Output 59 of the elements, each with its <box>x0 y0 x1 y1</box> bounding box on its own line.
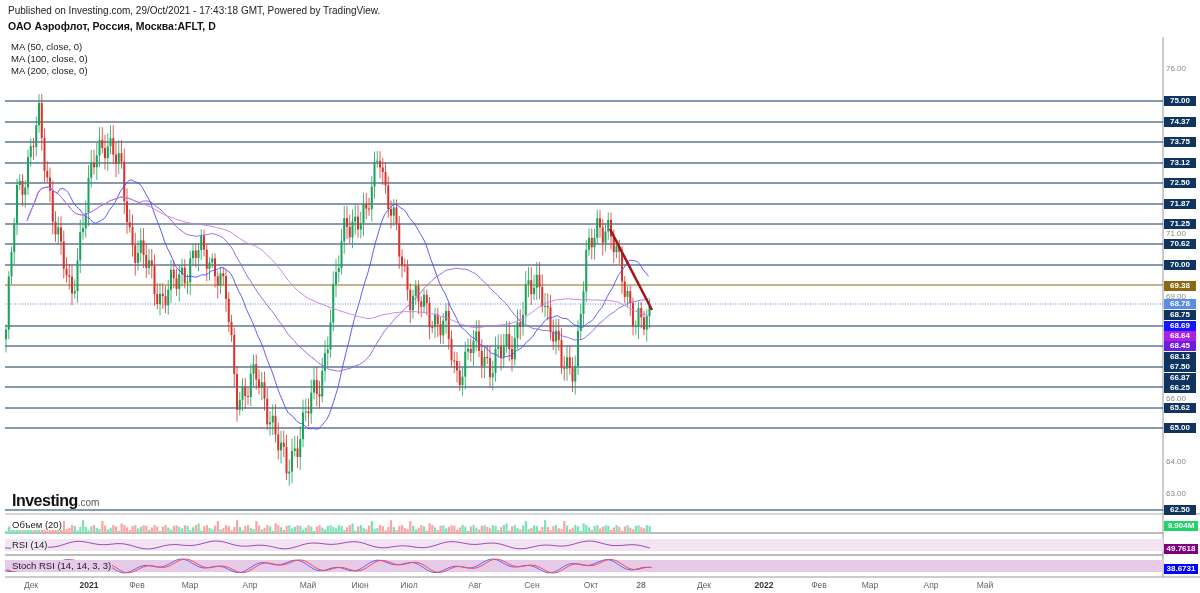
time-label: Авг <box>467 580 483 590</box>
price-label: 65.00 <box>1164 423 1196 433</box>
price-label: 73.75 <box>1164 137 1196 147</box>
price-label: 67.50 <box>1164 362 1196 372</box>
time-label: Май <box>298 580 318 590</box>
price-label: 65.62 <box>1164 403 1196 413</box>
price-label: 68.69 <box>1164 321 1196 331</box>
time-label: Фев <box>128 580 146 590</box>
price-label: 68.45 <box>1164 341 1196 351</box>
logo-suffix: .com <box>77 497 100 508</box>
price-tick: 63.00 <box>1166 488 1187 498</box>
price-label: 66.87 <box>1164 373 1196 383</box>
time-label: Мар <box>180 580 200 590</box>
price-label: 74.37 <box>1164 117 1196 127</box>
price-label: 68.13 <box>1164 352 1196 362</box>
price-label: 71.25 <box>1164 219 1196 229</box>
publish-note: Published on Investing.com, 29/Oct/2021 - 17:43:18 GMT, Powered by TradingView. <box>8 5 382 17</box>
indicator-legend: MA (200, close, 0) <box>11 65 88 77</box>
time-label: Мар <box>860 580 880 590</box>
time-label: Май <box>975 580 995 590</box>
pane-label: RSI (14) <box>11 539 49 550</box>
price-label: 72.50 <box>1164 178 1196 188</box>
pane-label: Stoch RSI (14, 14, 3, 3) <box>11 560 113 571</box>
logo-wordmark: Investing <box>12 492 78 510</box>
price-label: 73.12 <box>1164 158 1196 168</box>
indicator-legend: MA (50, close, 0) <box>11 41 88 53</box>
chart-title: ОАО Аэрофлот, Россия, Москва:AFLT, D <box>8 20 217 32</box>
pane-label: Объем (20) <box>11 519 63 530</box>
price-tick: 69.00 <box>1166 291 1187 301</box>
time-label: Апр <box>922 580 940 590</box>
price-label: 68.75 <box>1164 310 1196 320</box>
pane-value: 49.7618 <box>1164 544 1198 554</box>
pane-value: 38.6731 <box>1164 564 1198 574</box>
price-label: 70.62 <box>1164 239 1196 249</box>
time-label: Сен <box>523 580 541 590</box>
price-label: 69.38 <box>1164 281 1196 291</box>
time-label: 2022 <box>753 580 775 590</box>
time-label: 28 <box>635 580 647 590</box>
time-label: Июл <box>399 580 419 590</box>
time-label: Июн <box>350 580 370 590</box>
price-tick: 71.00 <box>1166 228 1187 238</box>
time-label: Дек <box>22 580 40 590</box>
indicator-legend: MA (100, close, 0) <box>11 53 88 65</box>
time-label: 2021 <box>78 580 100 590</box>
price-label: 68.64 <box>1164 331 1196 341</box>
price-label: 70.00 <box>1164 260 1196 270</box>
price-label: 66.25 <box>1164 383 1196 393</box>
pane-value: 9.904M <box>1164 521 1198 531</box>
price-tick: 64.00 <box>1166 456 1187 466</box>
time-label: Дек <box>695 580 713 590</box>
price-tick: 66.00 <box>1166 393 1187 403</box>
price-label: 75.00 <box>1164 96 1196 106</box>
price-tick: 76.00 <box>1166 63 1187 73</box>
price-label: 62.50 <box>1164 505 1196 515</box>
time-label: Фев <box>810 580 828 590</box>
time-label: Окт <box>582 580 600 590</box>
price-label: 68.78 <box>1164 299 1196 309</box>
price-label: 71.87 <box>1164 199 1196 209</box>
time-label: Апр <box>241 580 259 590</box>
